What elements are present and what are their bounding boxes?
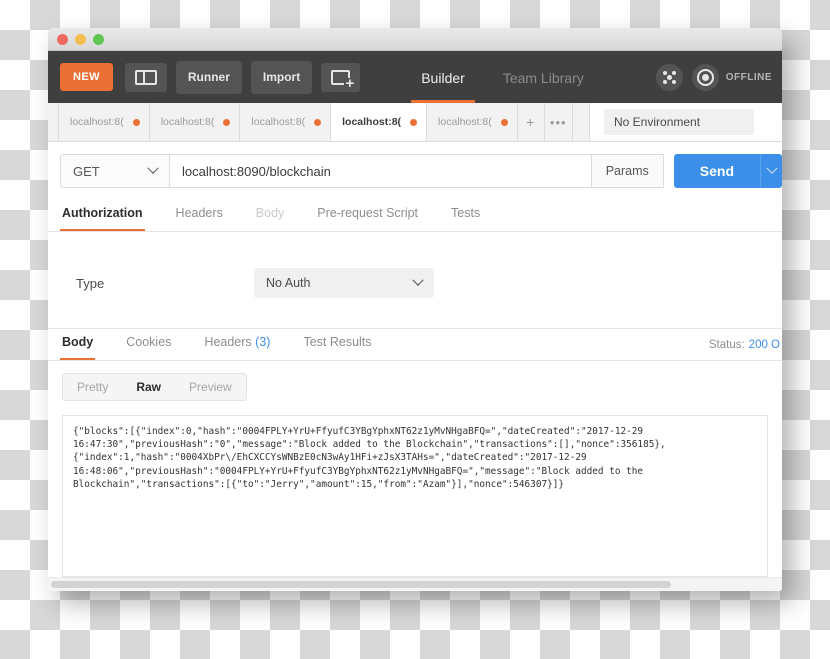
request-tab-2[interactable]: localhost:8(: [148, 103, 241, 141]
params-button[interactable]: Params: [591, 154, 664, 188]
app-toolbar: NEW Runner Import + Builder Team Library…: [48, 51, 782, 103]
auth-type-select[interactable]: No Auth: [254, 268, 434, 298]
offline-status-icon[interactable]: [691, 63, 719, 91]
sidebar-toggle-button[interactable]: [124, 62, 167, 92]
tab-team-library[interactable]: Team Library: [493, 70, 594, 103]
toolbar-tabs: Builder Team Library: [411, 51, 612, 103]
chevron-down-icon: [147, 162, 159, 174]
close-button[interactable]: [57, 33, 68, 45]
request-tab-label: localhost:8(: [160, 116, 215, 128]
request-tab-label: localhost:8(: [70, 116, 124, 128]
sync-glyph: [662, 70, 676, 84]
response-tabs: Body Cookies Headers (3) Test Results St…: [48, 329, 782, 361]
response-format-toggle: Pretty Raw Preview: [62, 373, 247, 401]
request-tab-4[interactable]: localhost:8(: [330, 103, 428, 141]
unsaved-dot-icon: [223, 118, 231, 126]
subtab-tests[interactable]: Tests: [449, 200, 482, 231]
response-tab-headers[interactable]: Headers (3): [202, 329, 272, 360]
unsaved-dot-icon: [410, 118, 418, 126]
minimize-button[interactable]: [75, 33, 86, 45]
request-response-pane: GET localhost:8090/blockchain Params Sen…: [48, 142, 782, 591]
auth-type-label: Type: [76, 275, 105, 291]
offline-ring-glyph: [696, 68, 714, 86]
window-titlebar: [48, 28, 782, 51]
unsaved-dot-icon: [314, 118, 322, 126]
response-tab-cookies[interactable]: Cookies: [124, 329, 173, 360]
method-value: GET: [73, 163, 100, 179]
zoom-button[interactable]: [93, 33, 104, 45]
response-tab-test-results[interactable]: Test Results: [301, 329, 373, 360]
format-preview[interactable]: Preview: [175, 374, 246, 400]
chevron-down-icon: [412, 274, 424, 286]
status-badge: Status: 200 O: [709, 339, 782, 360]
response-tab-body[interactable]: Body: [60, 329, 96, 360]
request-tab-label: localhost:8(: [438, 116, 492, 128]
chevron-down-icon: [765, 162, 778, 174]
authorization-pane: Type No Auth: [48, 232, 782, 306]
send-button[interactable]: Send: [673, 154, 760, 188]
request-tabstrip-row: localhost:8( localhost:8( localhost:8( l…: [48, 103, 782, 142]
url-input[interactable]: localhost:8090/blockchain: [170, 154, 592, 188]
response-format-row: Pretty Raw Preview: [48, 361, 782, 401]
request-tab-1[interactable]: localhost:8(: [58, 103, 150, 141]
new-window-icon: +: [331, 69, 356, 91]
format-raw[interactable]: Raw: [122, 374, 175, 400]
runner-button[interactable]: Runner: [175, 60, 242, 94]
request-tabstrip: localhost:8( localhost:8( localhost:8( l…: [48, 103, 589, 141]
request-tab-3[interactable]: localhost:8(: [239, 103, 332, 141]
auth-type-value: No Auth: [266, 276, 311, 290]
request-tab-label: localhost:8(: [342, 116, 402, 128]
request-subtabs: Authorization Headers Body Pre-request S…: [48, 200, 782, 232]
response-headers-count: (3): [255, 335, 271, 349]
status-label: Status:: [708, 339, 745, 351]
postman-window: NEW Runner Import + Builder Team Library…: [48, 28, 782, 591]
sidebar-panel-icon: [134, 69, 157, 85]
toolbar-right-group: OFFLINE: [647, 63, 772, 91]
horizontal-scrollbar-thumb[interactable]: [51, 581, 671, 588]
url-bar-row: GET localhost:8090/blockchain Params Sen…: [48, 142, 782, 200]
subtab-headers[interactable]: Headers: [174, 200, 225, 231]
sync-icon[interactable]: [655, 63, 683, 91]
subtab-authorization[interactable]: Authorization: [60, 200, 145, 231]
add-tab-button[interactable]: +: [517, 103, 545, 141]
format-pretty[interactable]: Pretty: [63, 374, 122, 400]
new-window-button[interactable]: +: [321, 62, 361, 92]
method-select[interactable]: GET: [60, 154, 170, 188]
tab-builder[interactable]: Builder: [411, 70, 475, 103]
unsaved-dot-icon: [500, 118, 508, 126]
subtab-pre-request-script[interactable]: Pre-request Script: [315, 200, 420, 231]
import-button[interactable]: Import: [250, 60, 313, 94]
horizontal-scrollbar[interactable]: [48, 577, 782, 591]
environment-area: No Environment: [589, 103, 782, 141]
subtab-body[interactable]: Body: [254, 200, 287, 231]
request-tab-5[interactable]: localhost:8(: [426, 103, 518, 141]
unsaved-dot-icon: [132, 118, 140, 126]
response-body-raw[interactable]: {"blocks":[{"index":0,"hash":"0004FPLY+Y…: [62, 415, 768, 577]
response-tab-headers-label: Headers: [204, 335, 252, 349]
offline-label: OFFLINE: [725, 71, 772, 83]
status-value: 200 O: [748, 339, 780, 351]
tab-overflow-button[interactable]: •••: [545, 103, 573, 141]
send-options-button[interactable]: [760, 154, 782, 188]
request-tab-label: localhost:8(: [251, 116, 306, 128]
new-button[interactable]: NEW: [60, 63, 113, 91]
environment-select[interactable]: No Environment: [604, 109, 754, 135]
